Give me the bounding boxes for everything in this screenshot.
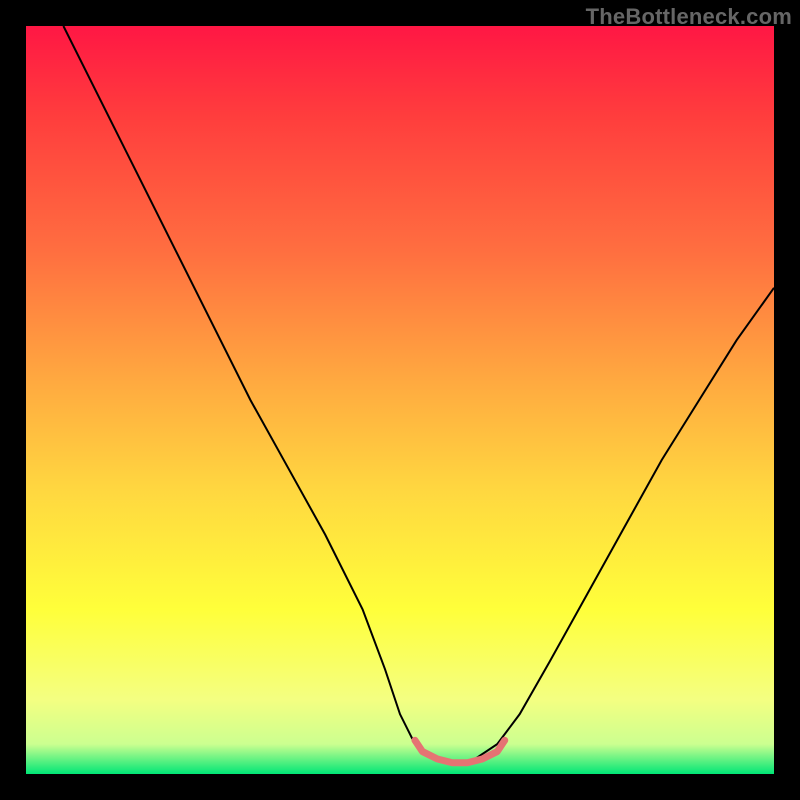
watermark-text: TheBottleneck.com — [586, 4, 792, 30]
chart-frame: TheBottleneck.com — [0, 0, 800, 800]
plot-area — [26, 26, 774, 774]
curve-layer — [26, 26, 774, 774]
bottleneck-curve — [63, 26, 774, 763]
sweet-spot-marker — [415, 740, 505, 762]
